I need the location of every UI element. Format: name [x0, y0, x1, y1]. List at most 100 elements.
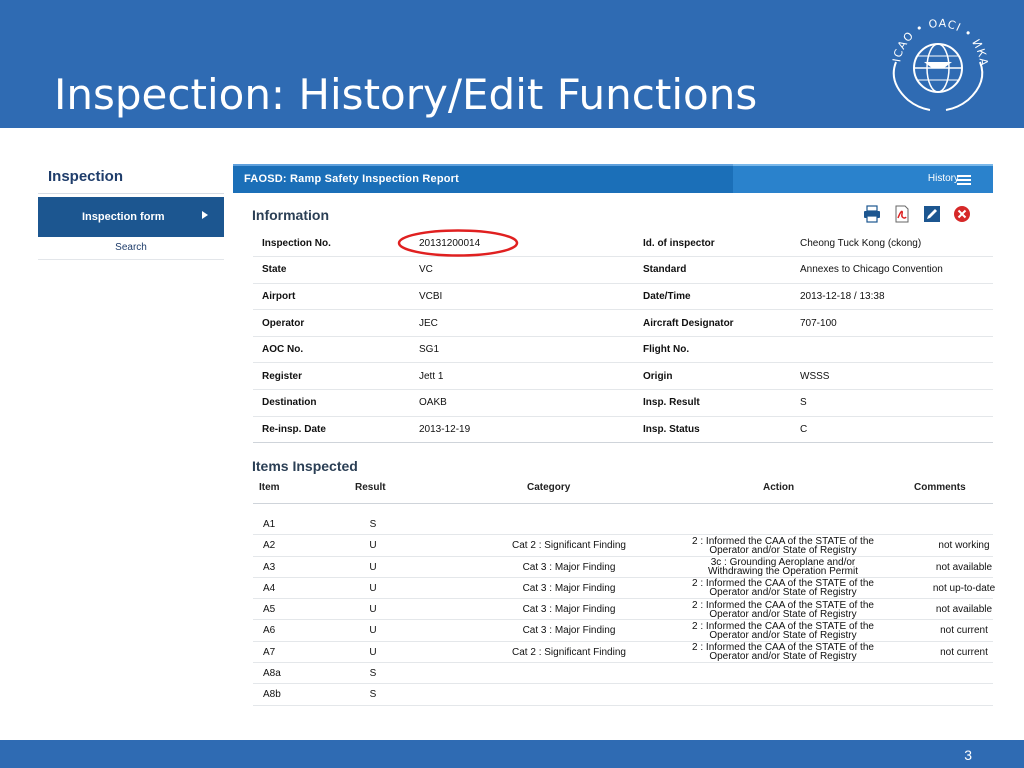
info-label: Standard	[634, 256, 791, 284]
item-cell: A4	[263, 582, 276, 594]
print-icon[interactable]	[863, 205, 881, 223]
list-icon	[957, 175, 971, 186]
result-cell: U	[369, 561, 377, 573]
category-cell: Cat 3 : Major Finding	[522, 561, 616, 573]
info-row: Operator JEC Aircraft Designator 707-100	[253, 309, 993, 337]
comments-cell	[913, 663, 1015, 684]
table-row: A6 U Cat 3 : Major Finding 2 : Informed the…	[253, 620, 993, 642]
action-cell	[673, 514, 893, 535]
info-value: Annexes to Chicago Convention	[791, 256, 993, 284]
info-label: Airport	[253, 283, 410, 311]
category-cell: Cat 2 : Significant Finding	[512, 540, 626, 552]
header-item: Item	[259, 482, 280, 493]
information-title: Information	[252, 207, 329, 223]
result-cell: S	[369, 519, 377, 530]
info-row: Re-insp. Date 2013-12-19 Insp. Status C	[253, 416, 993, 444]
history-button[interactable]: History	[733, 164, 993, 193]
result-cell: U	[369, 582, 377, 594]
action-line-2: Operator and/or State of Registry	[709, 587, 857, 599]
info-value	[791, 336, 993, 364]
sidebar-item-search[interactable]: Search	[38, 237, 224, 260]
action-line-2: Withdrawing the Operation Permit	[707, 566, 859, 578]
panel-title-bar: FAOSD: Ramp Safety Inspection Report His…	[233, 164, 993, 193]
action-cell: 3c : Grounding Aeroplane and/or Withdrawi…	[673, 557, 893, 578]
info-value: 2013-12-18 / 13:38	[791, 283, 993, 311]
slide-header: Inspection: History/Edit Functions ICAO …	[0, 0, 1024, 128]
category-cell: Cat 2 : Significant Finding	[512, 646, 626, 658]
sidebar-item-label: Inspection form	[82, 211, 165, 223]
items-table-header: Item Result Category Action Comments	[253, 480, 993, 504]
report-toolbar	[863, 205, 971, 223]
action-cell: 2 : Informed the CAA of the STATE of the…	[673, 535, 893, 556]
action-cell	[673, 663, 893, 684]
category-cell	[479, 663, 659, 684]
slide-title: Inspection: History/Edit Functions	[54, 70, 758, 119]
info-value: JEC	[410, 309, 634, 337]
info-label: Insp. Result	[634, 389, 791, 417]
info-value: 20131200014	[410, 230, 634, 258]
comments-cell: not available	[935, 604, 993, 616]
category-cell	[479, 514, 659, 535]
comments-cell: not working	[938, 540, 990, 552]
item-cell: A2	[263, 540, 276, 552]
action-cell: 2 : Informed the CAA of the STATE of the…	[673, 578, 893, 599]
result-cell: U	[369, 540, 377, 552]
item-cell: A8a	[263, 668, 281, 680]
info-label: Date/Time	[634, 283, 791, 311]
item-cell: A7	[263, 646, 276, 658]
info-row: Register Jett 1 Origin WSSS	[253, 362, 993, 391]
info-row: State VC Standard Annexes to Chicago Conven…	[253, 256, 993, 284]
table-row: A3 U Cat 3 : Major Finding 3c : Grounding A…	[253, 557, 993, 578]
category-cell	[479, 684, 659, 705]
info-label: Inspection No.	[253, 230, 410, 258]
sidebar: Inspection Inspection form Search	[38, 162, 224, 260]
sidebar-item-inspection-form[interactable]: Inspection form	[38, 197, 224, 237]
table-row: A4 U Cat 3 : Major Finding 2 : Informed the…	[253, 578, 995, 600]
information-table: Inspection No. 20131200014 Id. of inspecto…	[253, 230, 993, 444]
edit-icon[interactable]	[923, 205, 941, 223]
action-cell: 2 : Informed the CAA of the STATE of the…	[673, 599, 893, 620]
report-panel: FAOSD: Ramp Safety Inspection Report His…	[233, 164, 995, 706]
page-number: 3	[964, 747, 972, 763]
info-label: Id. of inspector	[634, 230, 791, 258]
category-cell: Cat 3 : Major Finding	[522, 625, 616, 637]
header-comments: Comments	[914, 482, 966, 493]
header-result: Result	[355, 482, 386, 493]
info-row: Inspection No. 20131200014 Id. of inspecto…	[253, 230, 993, 258]
action-line-2: Operator and/or State of Registry	[709, 651, 857, 663]
sidebar-title: Inspection	[38, 162, 224, 194]
result-cell: U	[369, 604, 377, 616]
header-category: Category	[527, 482, 571, 493]
info-value: VC	[410, 256, 634, 284]
comments-cell	[913, 684, 1015, 705]
slide-footer: 3	[0, 740, 1024, 768]
info-label: Re-insp. Date	[253, 416, 410, 444]
info-label: Aircraft Designator	[634, 309, 791, 337]
comments-cell	[913, 514, 1015, 535]
info-value: SG1	[410, 336, 634, 364]
item-cell: A5	[263, 604, 276, 616]
category-cell: Cat 3 : Major Finding	[522, 582, 616, 594]
delete-icon[interactable]	[953, 205, 971, 223]
comments-cell: not current	[940, 625, 988, 637]
chevron-right-icon	[202, 211, 208, 219]
action-line-2: Operator and/or State of Registry	[709, 629, 857, 641]
header-action: Action	[763, 482, 795, 493]
info-value: S	[791, 389, 993, 417]
info-label: Operator	[253, 309, 410, 337]
result-cell: S	[369, 689, 377, 701]
table-row: A2 U Cat 2 : Significant Finding 2 : Inform…	[253, 535, 993, 557]
item-cell: A8b	[263, 689, 281, 701]
comments-cell: not available	[935, 561, 993, 573]
info-label: Register	[253, 362, 410, 391]
result-cell: U	[369, 625, 377, 637]
action-line-2: Operator and/or State of Registry	[709, 608, 857, 620]
info-value: 2013-12-19	[410, 416, 634, 444]
result-cell: S	[369, 668, 377, 680]
divider	[253, 442, 993, 443]
pdf-icon[interactable]	[893, 205, 911, 223]
info-value: C	[791, 416, 993, 444]
action-cell: 2 : Informed the CAA of the STATE of the…	[673, 642, 893, 663]
info-value: Cheong Tuck Kong (ckong)	[791, 230, 993, 258]
info-value: OAKB	[410, 389, 634, 417]
